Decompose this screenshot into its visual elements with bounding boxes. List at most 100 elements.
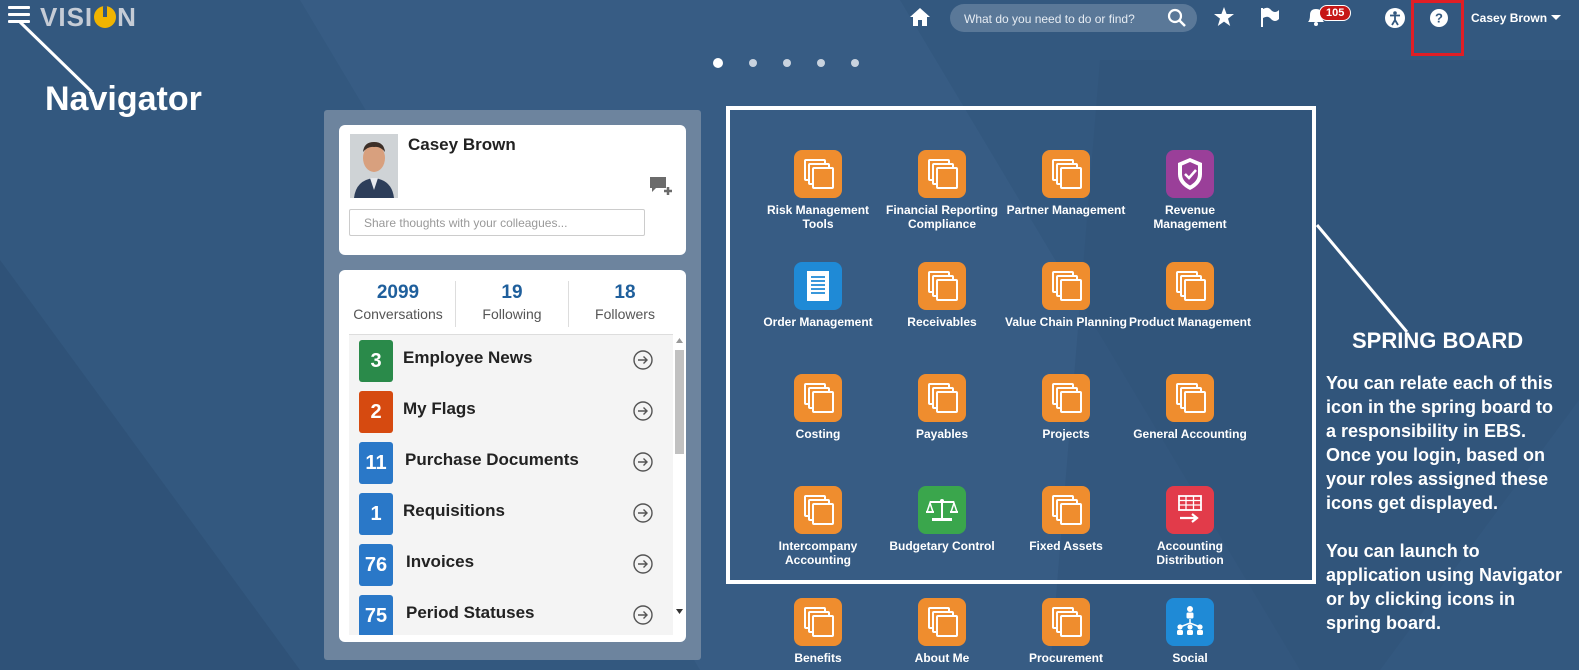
springboard-tile-costing[interactable]: Costing: [756, 374, 880, 441]
springboard-tile-procurement[interactable]: Procurement: [1004, 598, 1128, 665]
item-label: My Flags: [403, 399, 476, 418]
search-icon[interactable]: [1167, 8, 1187, 28]
springboard-tile-social[interactable]: Social: [1128, 598, 1252, 665]
stat-followers[interactable]: 18 Followers: [568, 282, 682, 322]
tile-label: Budgetary Control: [889, 539, 995, 553]
springboard-tile-payables[interactable]: Payables: [880, 374, 1004, 441]
search-input[interactable]: [962, 9, 1166, 29]
tile-label: Payables: [915, 427, 969, 441]
springboard-tile-order-management[interactable]: Order Management: [756, 262, 880, 329]
tile-label: Social: [1172, 651, 1208, 665]
balance-scale-icon: [918, 486, 966, 534]
springboard-tile-partner-management[interactable]: Partner Management: [1004, 150, 1128, 217]
profile-card: Casey Brown: [339, 125, 686, 255]
springboard-tile-accounting-distribution[interactable]: Accounting Distribution: [1128, 486, 1252, 567]
tile-label: Partner Management: [1006, 203, 1126, 217]
caret-down-icon: [1551, 15, 1562, 20]
notification-count-badge[interactable]: 105: [1319, 5, 1352, 21]
springboard-tile-intercompany-accounting[interactable]: Intercompany Accounting: [756, 486, 880, 567]
new-conversation-icon[interactable]: [648, 175, 674, 197]
tile-label: Product Management: [1128, 315, 1251, 329]
worklist-item-invoices[interactable]: 76 Invoices: [349, 539, 673, 591]
count-badge: 2: [359, 391, 393, 433]
springboard-tile-value-chain-planning[interactable]: Value Chain Planning: [1004, 262, 1128, 329]
tile-label: Risk Management Tools: [766, 203, 870, 231]
star-icon[interactable]: [1213, 6, 1235, 28]
worklist-item-my-flags[interactable]: 2 My Flags: [349, 386, 673, 438]
springboard-annotation-text: You can relate each of this icon in the …: [1326, 371, 1566, 659]
orange-stack-icon: [1166, 374, 1214, 422]
springboard-tile-receivables[interactable]: Receivables: [880, 262, 1004, 329]
worklist-item-requisitions[interactable]: 1 Requisitions: [349, 488, 673, 540]
user-name: Casey Brown: [1471, 11, 1548, 25]
worklist-scrollbar[interactable]: [673, 334, 686, 618]
worklist-item-purchase-documents[interactable]: 11 Purchase Documents: [349, 437, 673, 489]
springboard-tile-budgetary-control[interactable]: Budgetary Control: [880, 486, 1004, 553]
springboard-tile-benefits[interactable]: Benefits: [756, 598, 880, 665]
springboard-tile-projects[interactable]: Projects: [1004, 374, 1128, 441]
social-network-icon: [1166, 598, 1214, 646]
count-badge: 11: [359, 442, 393, 484]
worklist: 3 Employee News 2 My Flags 11 Purchase Docu…: [349, 334, 673, 635]
home-side-panel: Casey Brown 2099 Conversations 19 Followin…: [324, 110, 701, 660]
springboard-tile-risk-management-tools[interactable]: Risk Management Tools: [756, 150, 880, 231]
stat-value: 18: [614, 282, 636, 303]
page-dot[interactable]: [713, 58, 723, 68]
springboard-tile-about-me[interactable]: About Me: [880, 598, 1004, 665]
tile-label: Value Chain Planning: [1004, 315, 1128, 329]
scroll-thumb[interactable]: [675, 350, 684, 454]
worklist-item-employee-news[interactable]: 3 Employee News: [349, 335, 673, 387]
arrow-right-circle-icon[interactable]: [633, 401, 653, 421]
help-highlight-box: [1411, 0, 1464, 56]
count-badge: 3: [359, 340, 393, 382]
tile-label: Benefits: [794, 651, 842, 665]
document-icon: [794, 262, 842, 310]
scroll-up-icon[interactable]: [673, 336, 686, 346]
share-thoughts-field[interactable]: [349, 209, 645, 236]
arrow-right-circle-icon[interactable]: [633, 554, 653, 574]
arrow-right-circle-icon[interactable]: [633, 350, 653, 370]
arrow-right-circle-icon[interactable]: [633, 503, 653, 523]
tile-label: Accounting Distribution: [1156, 539, 1224, 567]
search-bar[interactable]: [950, 4, 1197, 32]
flag-icon[interactable]: [1259, 6, 1281, 28]
user-menu[interactable]: Casey Brown: [1471, 11, 1562, 25]
page-dot[interactable]: [783, 59, 791, 67]
arrow-right-circle-icon[interactable]: [633, 605, 653, 625]
count-badge: 1: [359, 493, 393, 535]
share-thoughts-input[interactable]: [362, 210, 636, 236]
springboard-tile-product-management[interactable]: Product Management: [1128, 262, 1252, 329]
orange-stack-icon: [1042, 486, 1090, 534]
page-dot[interactable]: [851, 59, 859, 67]
stat-following[interactable]: 19 Following: [455, 282, 569, 322]
orange-stack-icon: [794, 150, 842, 198]
tile-label: General Accounting: [1133, 427, 1247, 441]
stat-value: 19: [501, 282, 523, 303]
accessibility-icon[interactable]: [1384, 7, 1406, 29]
page-dot[interactable]: [817, 59, 825, 67]
page-dot[interactable]: [749, 59, 757, 67]
springboard-tile-fixed-assets[interactable]: Fixed Assets: [1004, 486, 1128, 553]
arrow-right-circle-icon[interactable]: [633, 452, 653, 472]
home-icon[interactable]: [908, 6, 932, 28]
count-badge: 76: [359, 544, 393, 586]
avatar[interactable]: [350, 134, 398, 198]
orange-stack-icon: [918, 374, 966, 422]
orange-stack-icon: [794, 486, 842, 534]
profile-name[interactable]: Casey Brown: [408, 135, 516, 155]
tile-label: Order Management: [763, 315, 873, 329]
item-label: Employee News: [403, 348, 533, 367]
scroll-down-icon[interactable]: [673, 606, 686, 616]
item-label: Period Statuses: [406, 603, 535, 622]
worklist-card: 2099 Conversations 19 Following 18 Follower…: [339, 270, 686, 642]
tile-label: Projects: [1042, 427, 1090, 441]
worklist-item-period-statuses[interactable]: 75 Period Statuses: [349, 590, 673, 635]
stat-value: 2099: [376, 282, 420, 303]
springboard-tile-general-accounting[interactable]: General Accounting: [1128, 374, 1252, 441]
springboard-tile-financial-reporting-compliance[interactable]: Financial Reporting Compliance: [880, 150, 1004, 231]
shield-check-icon: [1166, 150, 1214, 198]
orange-stack-icon: [918, 262, 966, 310]
stat-conversations[interactable]: 2099 Conversations: [341, 282, 455, 322]
tile-label: Financial Reporting Compliance: [885, 203, 998, 231]
springboard-tile-revenue-management[interactable]: Revenue Management: [1128, 150, 1252, 231]
